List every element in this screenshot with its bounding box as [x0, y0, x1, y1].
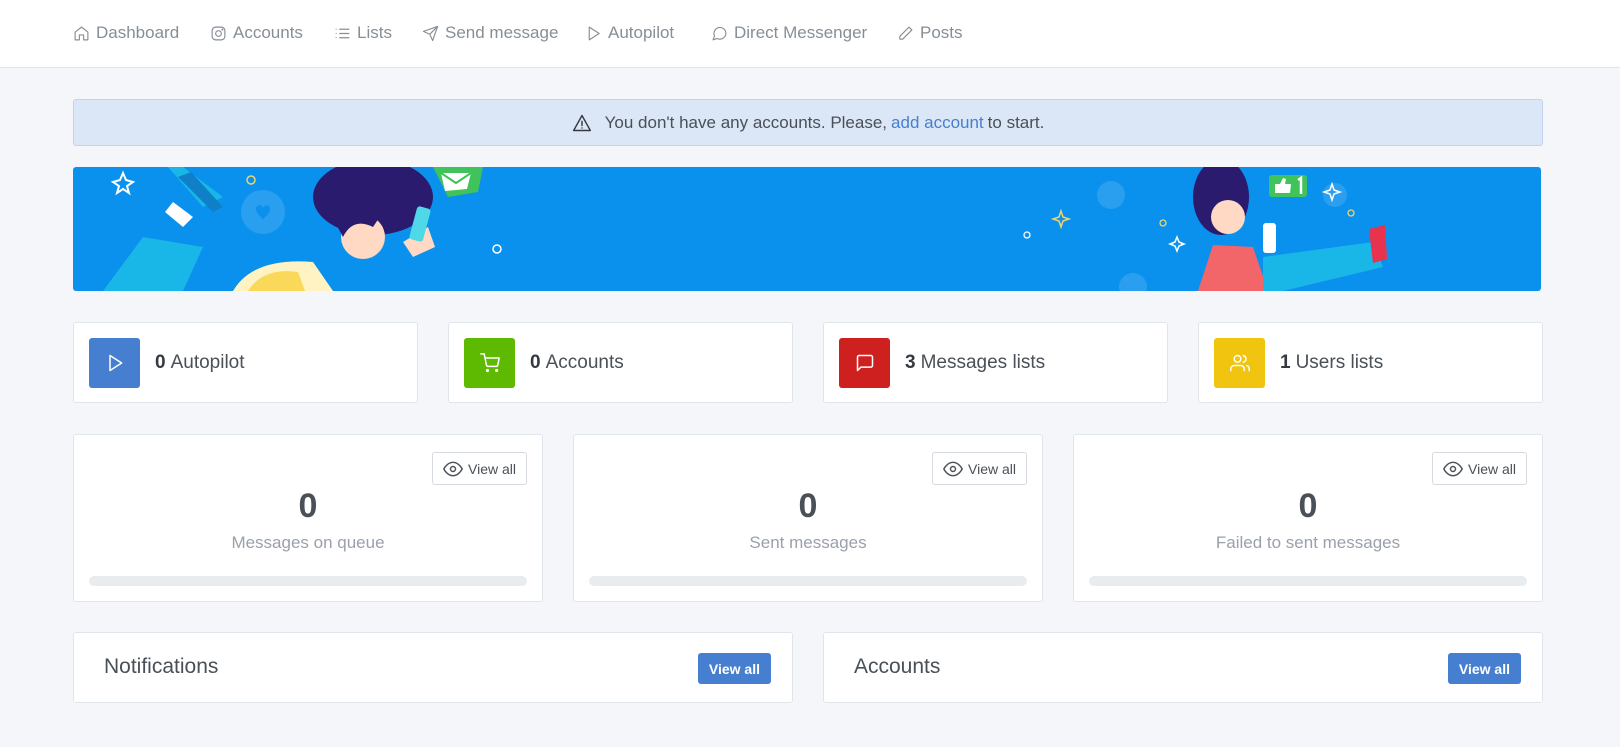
panel-title: Accounts [854, 655, 941, 678]
home-icon [74, 26, 89, 40]
stat-icon-box [89, 337, 140, 388]
stat-value: 3 [905, 351, 916, 373]
welcome-banner [73, 167, 1541, 291]
message-square-icon [856, 354, 873, 371]
nav-direct-messenger[interactable]: Direct Messenger [711, 20, 867, 46]
stat-card-messages-lists[interactable]: 3 Messages lists [823, 322, 1168, 403]
metric-label: Failed to sent messages [1215, 533, 1401, 552]
nav-label: Direct Messenger [734, 23, 868, 42]
nav-dashboard[interactable]: Dashboard [73, 20, 179, 46]
list-icon [335, 28, 350, 38]
eye-icon [1443, 461, 1463, 476]
alert-triangle-icon [572, 114, 591, 131]
nav-label: Dashboard [96, 23, 180, 42]
panel-title: Notifications [104, 655, 219, 678]
alert-text-after: to start. [987, 112, 1045, 132]
nav-label: Autopilot [608, 23, 675, 42]
view-all-label: View all [1468, 460, 1516, 477]
view-all-label: View all [968, 460, 1016, 477]
nav-label: Lists [357, 23, 392, 42]
edit-icon [899, 26, 913, 40]
nav-accounts[interactable]: Accounts [210, 20, 303, 46]
play-icon [588, 26, 600, 40]
nav-autopilot[interactable]: Autopilot [585, 20, 674, 46]
instagram-icon [211, 26, 226, 40]
view-all-button[interactable]: View all [932, 452, 1027, 485]
stat-value: 1 [1280, 351, 1291, 373]
stat-label: Users lists [1295, 351, 1384, 373]
nav-label: Posts [920, 23, 963, 42]
metric-label: Messages on queue [231, 533, 385, 552]
nav-label: Accounts [233, 23, 303, 42]
view-all-label: View all [468, 460, 516, 477]
stat-value: 0 [530, 351, 541, 373]
metric-card-queue: View all 0 Messages on queue [73, 434, 543, 602]
accounts-panel: Accounts View all [823, 632, 1543, 703]
notifications-view-all-button[interactable]: View all [697, 653, 771, 684]
top-navigation: Dashboard Accounts Lists Send message Au… [0, 0, 1620, 68]
view-all-button[interactable]: View all [1432, 452, 1527, 485]
stat-text: 0 Accounts [530, 352, 624, 374]
stat-text: 3 Messages lists [905, 352, 1045, 374]
metric-card-failed: View all 0 Failed to sent messages [1073, 434, 1543, 602]
stat-card-users-lists[interactable]: 1 Users lists [1198, 322, 1543, 403]
metric-label: Sent messages [749, 533, 867, 552]
progress-bar [89, 576, 527, 586]
accounts-view-all-button[interactable]: View all [1447, 653, 1521, 684]
stat-label: Autopilot [170, 351, 245, 373]
no-accounts-alert: You don't have any accounts. Please, add… [73, 99, 1543, 146]
stat-label: Messages lists [920, 351, 1046, 373]
stat-icon-box [1214, 337, 1265, 388]
add-account-link[interactable]: add account [891, 113, 984, 133]
nav-label: Send message [445, 23, 559, 42]
stat-icon-box [464, 337, 515, 388]
play-icon [108, 354, 122, 371]
metric-card-sent: View all 0 Sent messages [573, 434, 1043, 602]
stat-text: 0 Autopilot [155, 352, 245, 374]
stat-label: Accounts [545, 351, 624, 373]
eye-icon [943, 461, 963, 476]
nav-send-message[interactable]: Send message [422, 20, 558, 46]
stat-card-accounts[interactable]: 0 Accounts [448, 322, 793, 403]
metric-value: 0 [798, 487, 818, 525]
stat-card-autopilot[interactable]: 0 Autopilot [73, 322, 418, 403]
stat-text: 1 Users lists [1280, 352, 1383, 374]
view-all-button[interactable]: View all [432, 452, 527, 485]
progress-bar [1089, 576, 1527, 586]
metric-value: 0 [1298, 487, 1318, 525]
stat-icon-box [839, 337, 890, 388]
metric-value: 0 [298, 487, 318, 525]
send-icon [422, 25, 439, 41]
shopping-cart-icon [479, 352, 500, 372]
users-icon [1229, 354, 1250, 371]
message-circle-icon [712, 26, 727, 40]
notifications-panel: Notifications View all [73, 632, 793, 703]
nav-lists[interactable]: Lists [334, 20, 392, 46]
alert-text-before: You don't have any accounts. Please, [604, 112, 888, 132]
nav-posts[interactable]: Posts [897, 20, 963, 46]
banner-illustration [103, 167, 1387, 291]
eye-icon [443, 461, 463, 476]
progress-bar [589, 576, 1027, 586]
stat-value: 0 [155, 351, 166, 373]
